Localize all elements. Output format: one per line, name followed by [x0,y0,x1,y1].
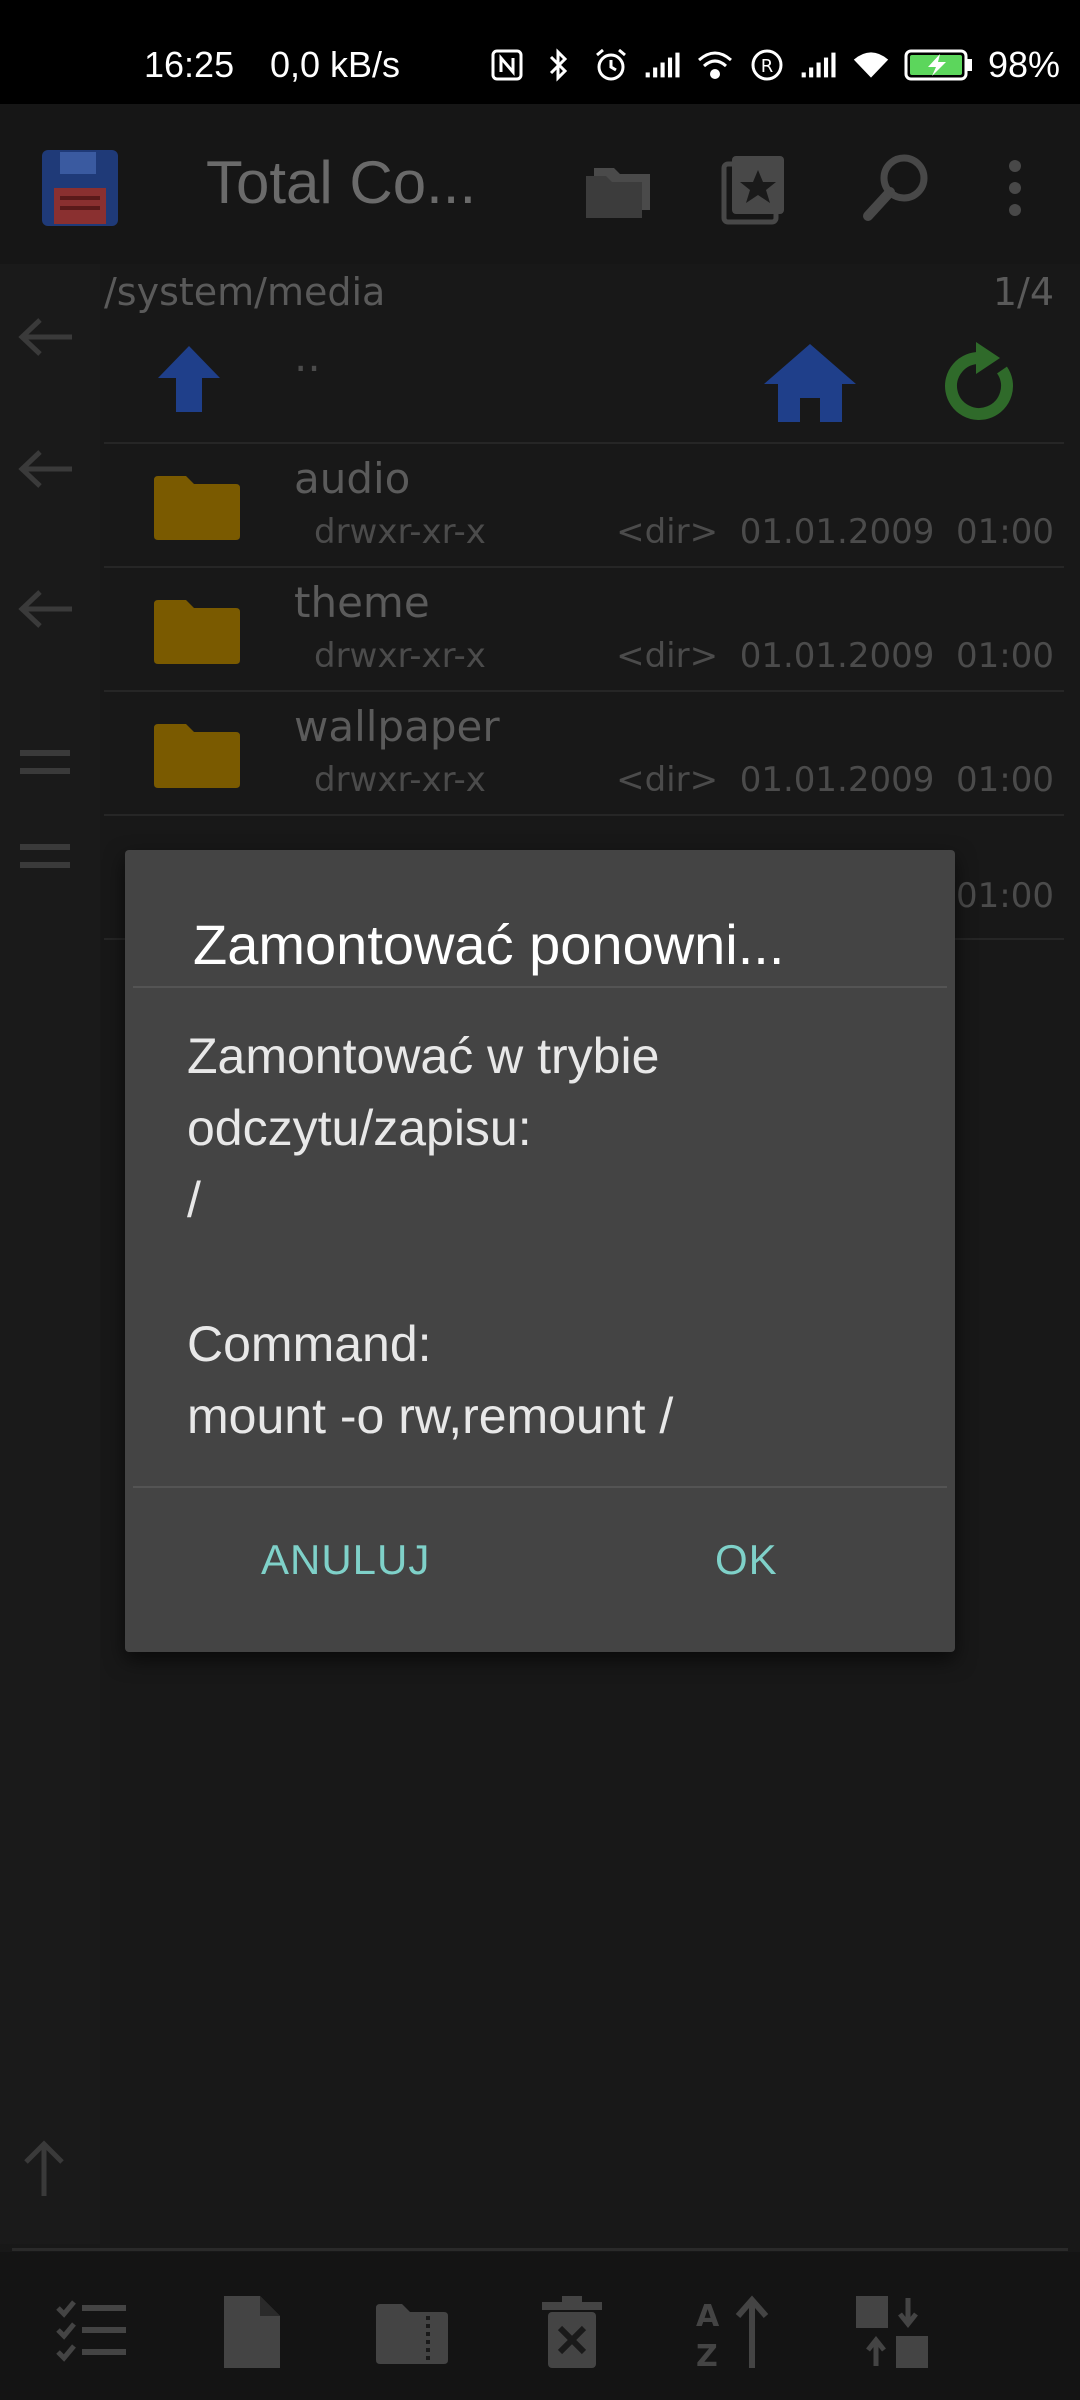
folder-icon [152,474,242,542]
floppy-disk-icon[interactable] [40,148,120,228]
folders-icon[interactable] [580,148,660,228]
swap-panels-icon[interactable] [852,2292,932,2372]
menu-lines-icon[interactable] [16,738,76,788]
up-folder-icon [154,340,224,420]
battery-percent: 98% [987,44,1060,85]
file-meta: 01:00 [956,876,1054,916]
wifi-calling-icon [696,47,734,83]
remount-dialog: Zamontować ponowni... Zamontować w trybi… [125,850,955,1652]
refresh-icon[interactable] [940,340,1020,426]
signal-2-icon [800,47,838,83]
delete-icon[interactable] [532,2292,612,2372]
file-meta: <dir> 01.01.2009 01:00 [616,512,1054,552]
wifi-icon [852,47,890,83]
file-meta: <dir> 01.01.2009 01:00 [616,760,1054,800]
battery-charging-icon [904,47,974,83]
alarm-icon [592,47,630,83]
status-bar: 16:25 0,0 kB/s R 98% [0,0,1080,104]
folder-icon [152,722,242,790]
file-permissions: drwxr-xr-x [314,512,486,552]
file-permissions: drwxr-xr-x [314,636,486,676]
dialog-message: Zamontować w trybie odczytu/zapisu: / Co… [187,1028,674,1444]
svg-text:A: A [696,2299,720,2334]
list-item[interactable]: theme drwxr-xr-x <dir> 01.01.2009 01:00 [104,568,1064,692]
roaming-icon: R [748,47,786,83]
app-bar: Total Co... [0,104,1080,264]
parent-dir-row[interactable]: .. [104,322,1064,444]
search-icon[interactable] [856,148,936,228]
arrow-left-icon[interactable] [16,584,76,634]
folder-icon [152,598,242,666]
new-file-icon[interactable] [212,2292,292,2372]
file-permissions: drwxr-xr-x [314,760,486,800]
file-name: audio [294,454,411,503]
left-rail [0,264,100,2244]
arrow-left-icon[interactable] [16,312,76,362]
bookmark-star-icon[interactable] [716,148,796,228]
svg-text:R: R [761,56,774,77]
bottom-toolbar: AZ [0,2252,1080,2400]
nfc-icon [488,47,526,83]
status-net-speed: 0,0 kB/s [270,44,401,85]
zip-folder-icon[interactable] [372,2292,452,2372]
dialog-title: Zamontować ponowni... [193,913,785,976]
list-item[interactable]: audio drwxr-xr-x <dir> 01.01.2009 01:00 [104,444,1064,568]
svg-text:Z: Z [696,2339,718,2372]
cancel-button[interactable]: ANULUJ [261,1536,430,1584]
select-list-icon[interactable] [52,2292,132,2372]
current-path: /system/media [104,270,386,314]
status-time: 16:25 [144,44,235,85]
ok-button[interactable]: OK [715,1536,778,1584]
arrow-left-icon[interactable] [16,444,76,494]
menu-lines-icon[interactable] [16,832,76,882]
bottom-divider [12,2248,1068,2251]
dialog-divider [133,1486,947,1488]
sort-az-icon[interactable]: AZ [692,2292,772,2374]
page-indicator: 1/4 [992,270,1054,314]
home-icon[interactable] [762,340,858,426]
status-icons: R 98% [488,44,1060,86]
parent-dir-label: .. [294,332,321,381]
more-vert-icon[interactable] [990,148,1040,228]
app-title: Total Co... [206,149,477,216]
file-name: theme [294,578,430,627]
file-meta: <dir> 01.01.2009 01:00 [616,636,1054,676]
arrow-up-icon[interactable] [16,2138,76,2196]
list-item[interactable]: wallpaper drwxr-xr-x <dir> 01.01.2009 01… [104,692,1064,816]
dialog-divider [133,986,947,988]
bluetooth-icon [540,47,578,83]
signal-icon [644,47,682,83]
file-name: wallpaper [294,702,500,751]
